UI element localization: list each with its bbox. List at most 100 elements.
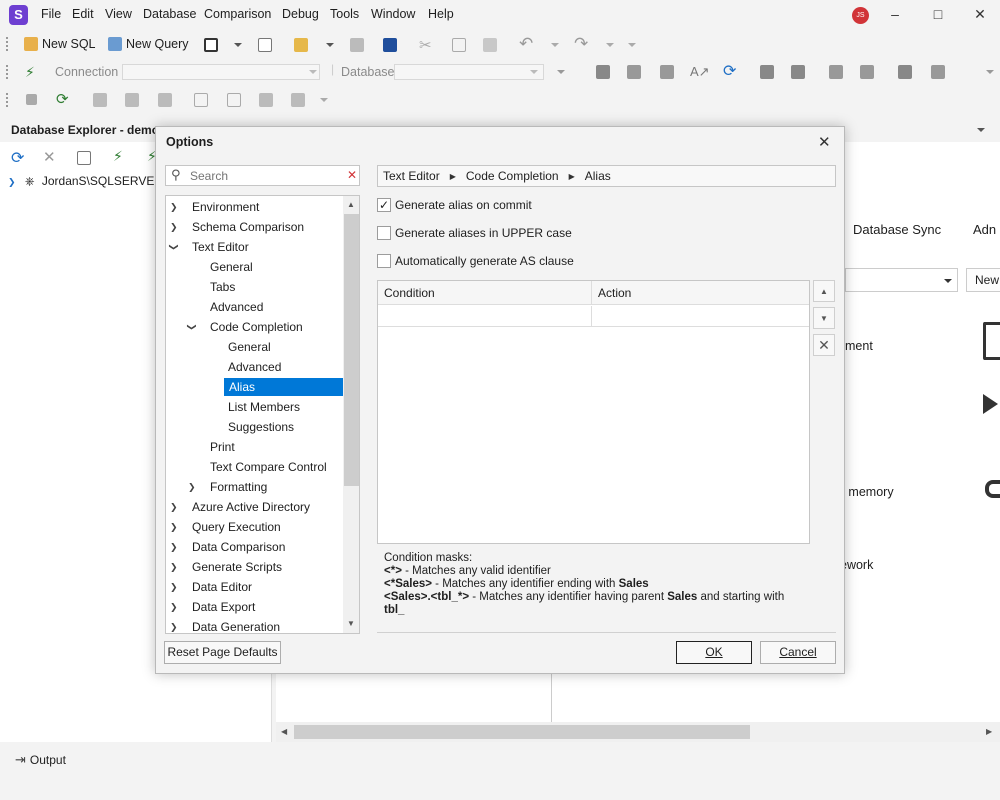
ok-button[interactable]: OK <box>676 641 752 664</box>
chevron-right-icon[interactable]: ❯ <box>8 177 16 187</box>
workspace-new-button[interactable]: New <box>966 268 1000 292</box>
chevron-down-icon[interactable] <box>606 43 614 47</box>
redo-icon[interactable]: ↷ <box>574 34 588 54</box>
tree-item[interactable]: General <box>166 257 343 277</box>
tree-item[interactable]: ❯ Azure Active Directory <box>166 497 343 517</box>
output-tab[interactable]: ⇥ Output <box>15 752 66 768</box>
connect-plug-icon[interactable]: ⚡ <box>25 64 35 81</box>
tree-scrollbar-thumb[interactable] <box>344 214 359 486</box>
copy-icon[interactable] <box>452 38 466 52</box>
user-avatar[interactable]: JS <box>852 7 869 24</box>
sort-icon[interactable] <box>660 65 674 79</box>
tree-item[interactable]: Advanced <box>166 357 343 377</box>
tree-item[interactable]: List Members <box>166 397 343 417</box>
chevron-right-icon[interactable]: ❯ <box>170 537 178 557</box>
chevron-right-icon[interactable]: ❯ <box>170 617 178 633</box>
tree-item[interactable]: ❯ Formatting <box>166 477 343 497</box>
generate-alias-option[interactable]: ✓ Generate alias on commit <box>377 198 532 212</box>
condition-column-header[interactable]: Condition <box>384 286 435 300</box>
collapse-all-icon[interactable] <box>77 151 91 165</box>
horizontal-scrollbar[interactable]: ◀ ▶ <box>276 722 1000 742</box>
layout-icon[interactable] <box>194 93 208 107</box>
chevron-right-icon[interactable]: ❯ <box>170 217 178 237</box>
tree-item[interactable]: ❯ Data Comparison <box>166 537 343 557</box>
menu-database[interactable]: Database <box>143 7 197 21</box>
cancel-button[interactable]: Cancel <box>760 641 836 664</box>
as-clause-checkbox[interactable] <box>377 254 391 268</box>
reset-defaults-button[interactable]: Reset Page Defaults <box>164 641 281 664</box>
scroll-right-icon[interactable]: ▶ <box>986 727 992 736</box>
toolbar-grip-icon[interactable] <box>6 93 9 107</box>
tree-item[interactable]: Suggestions <box>166 417 343 437</box>
chevron-down-icon[interactable] <box>557 70 565 74</box>
chevron-right-icon[interactable]: ❯ <box>188 477 196 497</box>
chevron-down-icon[interactable] <box>234 43 242 47</box>
tree-item[interactable]: ❯ Schema Comparison <box>166 217 343 237</box>
database-select[interactable] <box>394 64 544 80</box>
text-case-icon[interactable]: A↗ <box>690 64 710 80</box>
delete-icon[interactable]: ✕ <box>43 148 56 166</box>
windows-icon[interactable] <box>291 93 305 107</box>
chevron-down-icon[interactable] <box>326 43 334 47</box>
scroll-left-icon[interactable]: ◀ <box>281 727 287 736</box>
toolbar-overflow-icon[interactable] <box>628 43 636 47</box>
tree-item[interactable]: Alias <box>166 377 343 397</box>
dialog-close-icon[interactable]: ✕ <box>818 133 831 151</box>
scrollbar-thumb[interactable] <box>294 725 750 739</box>
menu-comparison[interactable]: Comparison <box>204 7 271 21</box>
bookmark-next-icon[interactable] <box>931 65 945 79</box>
save-all-icon[interactable] <box>383 38 397 52</box>
tree-item[interactable]: ❯ Code Completion <box>166 317 343 337</box>
menu-edit[interactable]: Edit <box>72 7 94 21</box>
workspace-select[interactable] <box>845 268 958 292</box>
new-connection-icon[interactable]: ⚡ <box>113 148 123 165</box>
step-over-icon[interactable] <box>125 93 139 107</box>
refresh-icon[interactable]: ⟳ <box>723 61 736 81</box>
close-window-icon[interactable]: ✕ <box>970 6 990 23</box>
chevron-right-icon[interactable]: ❯ <box>170 497 178 517</box>
menu-window[interactable]: Window <box>371 7 415 21</box>
tree-item[interactable]: ❯ Data Export <box>166 597 343 617</box>
breadcrumb-item[interactable]: Code Completion <box>466 169 559 183</box>
new-query-button[interactable]: New Query <box>108 34 189 54</box>
move-up-button[interactable]: ▲ <box>813 280 835 302</box>
toolbar-grip-icon[interactable] <box>6 65 9 79</box>
chevron-right-icon[interactable]: ❯ <box>170 557 178 577</box>
refresh-icon[interactable]: ⟳ <box>11 148 24 168</box>
scroll-down-icon[interactable]: ▼ <box>347 619 355 628</box>
menu-file[interactable]: File <box>41 7 61 21</box>
tree-item[interactable]: General <box>166 337 343 357</box>
table-row[interactable] <box>378 306 809 327</box>
tabs-overflow-icon[interactable] <box>977 128 985 132</box>
explorer-server-node[interactable]: ❯ ⎈ JordanS\SQLSERVER20 <box>8 171 176 191</box>
tree-item[interactable]: ❯ Generate Scripts <box>166 557 343 577</box>
tree-item[interactable]: ❯ Text Editor <box>166 237 343 257</box>
undo-icon[interactable]: ↶ <box>519 34 533 54</box>
paste-icon[interactable] <box>483 38 497 52</box>
chevron-right-icon[interactable]: ❯ <box>170 597 178 617</box>
stop-icon[interactable] <box>26 94 37 105</box>
as-clause-option[interactable]: Automatically generate AS clause <box>377 254 574 268</box>
tree-item[interactable]: Print <box>166 437 343 457</box>
tree-item[interactable]: ❯ Environment <box>166 197 343 217</box>
chevron-right-icon[interactable]: ❯ <box>170 197 178 217</box>
menu-help[interactable]: Help <box>428 7 454 21</box>
action-column-header[interactable]: Action <box>598 286 631 300</box>
breadcrumb-item[interactable]: Alias <box>585 169 611 183</box>
step-out-icon[interactable] <box>158 93 172 107</box>
indent-icon[interactable] <box>791 65 805 79</box>
move-down-button[interactable]: ▼ <box>813 307 835 329</box>
chevron-down-icon[interactable]: ❯ <box>166 243 184 251</box>
minimize-icon[interactable]: – <box>885 6 905 22</box>
new-sql-button[interactable]: New SQL <box>24 34 96 54</box>
outdent-icon[interactable] <box>760 65 774 79</box>
menu-debug[interactable]: Debug <box>282 7 319 21</box>
comment-icon[interactable] <box>829 65 843 79</box>
execute-plan-icon[interactable] <box>627 65 641 79</box>
tab-admin[interactable]: Adn <box>973 222 996 237</box>
chevron-down-icon[interactable] <box>320 98 328 102</box>
save-icon[interactable] <box>350 38 364 52</box>
uncomment-icon[interactable] <box>860 65 874 79</box>
maximize-icon[interactable]: □ <box>928 6 948 22</box>
toolbar-grip-icon[interactable] <box>6 37 9 51</box>
